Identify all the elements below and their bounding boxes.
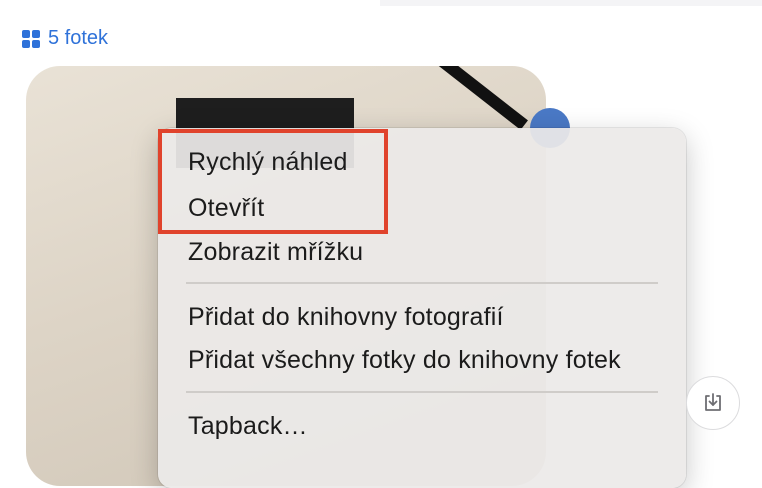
download-tray-icon [705,393,721,411]
highlight-annotation [158,129,388,234]
photo-cable [426,66,528,130]
menu-separator [186,282,658,284]
save-to-photos-button[interactable] [686,376,740,430]
top-divider [380,0,762,6]
menu-separator [186,391,658,393]
menu-item-tapback[interactable]: Tapback… [188,412,308,441]
photo-count-label: 5 fotek [48,27,109,49]
grid-icon [22,29,40,48]
menu-item-add-to-photos[interactable]: Přidat do knihovny fotografií [188,303,504,332]
photo-count-link[interactable]: 5 fotek [22,27,108,50]
menu-item-show-grid[interactable]: Zobrazit mřížku [188,238,363,267]
menu-item-add-all-to-photos[interactable]: Přidat všechny fotky do knihovny fotek [188,346,621,375]
